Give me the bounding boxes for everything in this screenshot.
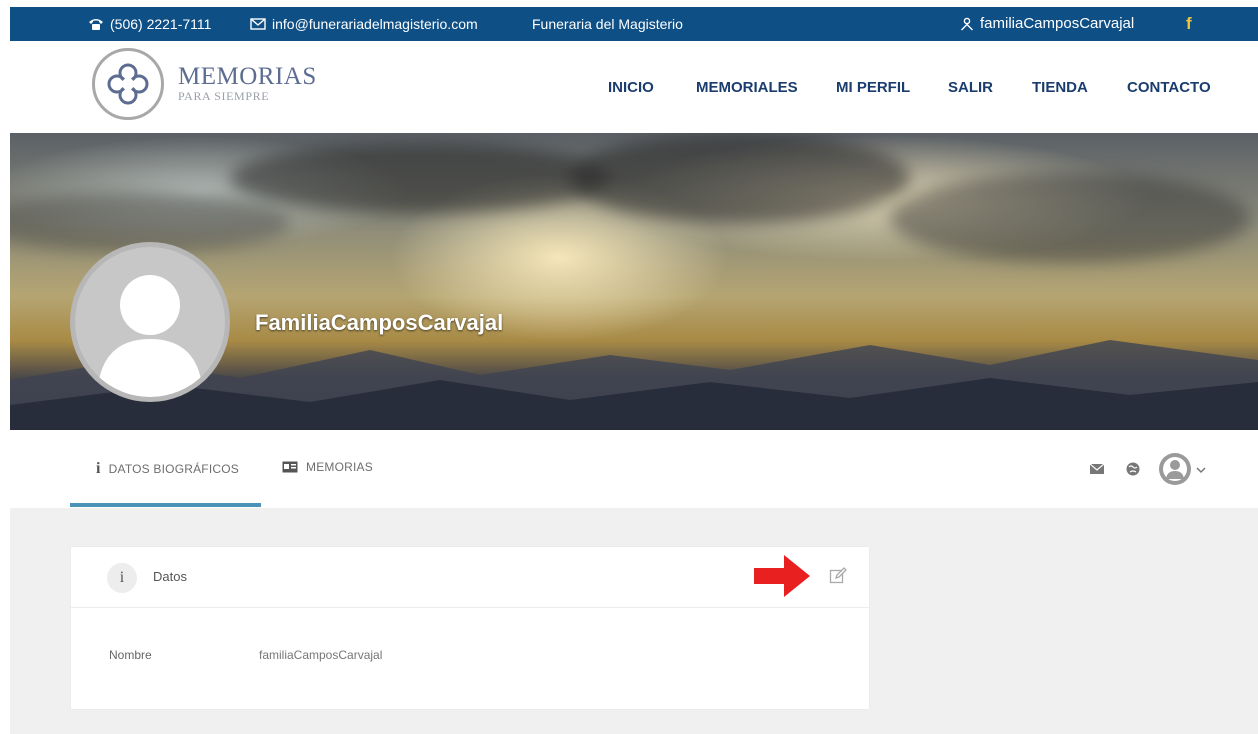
globe-icon[interactable]: [1126, 462, 1140, 476]
edit-icon[interactable]: [829, 567, 847, 585]
facebook-icon[interactable]: f: [1186, 7, 1192, 41]
info-icon: i: [96, 460, 101, 477]
tab-label: MEMORIAS: [306, 460, 373, 474]
user-account-link[interactable]: familiaCamposCarvajal: [960, 7, 1134, 41]
card-icon: [282, 461, 298, 473]
phone-icon: [89, 19, 103, 30]
card-title: Datos: [153, 569, 187, 584]
profile-avatar[interactable]: [70, 242, 230, 402]
field-value-nombre: familiaCamposCarvajal: [259, 648, 383, 662]
nav-tienda[interactable]: TIENDA: [1032, 79, 1088, 96]
nav-mi-perfil[interactable]: MI PERFIL: [836, 79, 910, 96]
datos-card: i Datos Nombre familiaCamposCarvajal: [70, 546, 870, 710]
site-header: MEMORIAS PARA SIEMPRE INICIO MEMORIALES …: [10, 41, 1258, 133]
logo-emblem[interactable]: [92, 48, 164, 120]
nav-salir[interactable]: SALIR: [948, 79, 993, 96]
user-icon: [961, 17, 973, 31]
nav-contacto[interactable]: CONTACTO: [1127, 79, 1211, 96]
brand-subtitle: PARA SIEMPRE: [178, 89, 270, 103]
nav-memoriales[interactable]: MEMORIALES: [696, 79, 798, 96]
company-text: Funeraria del Magisterio: [532, 16, 683, 32]
brand-title: MEMORIAS: [178, 63, 317, 90]
email-text: info@funerariadelmagisterio.com: [272, 16, 478, 32]
top-bar: (506) 2221-7111 info@funerariadelmagiste…: [10, 7, 1258, 41]
active-tab-indicator: [70, 503, 261, 507]
clover-icon: [107, 63, 149, 105]
profile-display-name: FamiliaCamposCarvajal: [255, 310, 504, 335]
contact-phone[interactable]: (506) 2221-7111: [88, 7, 211, 41]
avatar-icon[interactable]: [1158, 452, 1192, 486]
cloud: [890, 173, 1250, 263]
cloud: [230, 143, 610, 213]
contact-email[interactable]: info@funerariadelmagisterio.com: [250, 7, 478, 41]
cloud: [570, 133, 910, 223]
tab-label: DATOS BIOGRÁFICOS: [108, 462, 239, 476]
logo-wordmark[interactable]: MEMORIAS PARA SIEMPRE: [178, 63, 317, 104]
info-icon: i: [107, 563, 137, 593]
phone-text: (506) 2221-7111: [110, 16, 212, 32]
nav-inicio[interactable]: INICIO: [608, 79, 654, 96]
chevron-down-icon[interactable]: [1196, 466, 1206, 474]
default-avatar-icon: [97, 275, 203, 397]
card-header: i Datos: [71, 547, 869, 608]
tab-memorias[interactable]: MEMORIAS: [282, 460, 373, 474]
profile-tabs: i DATOS BIOGRÁFICOS MEMORIAS: [10, 430, 1258, 508]
field-label-nombre: Nombre: [109, 648, 152, 662]
mail-icon[interactable]: [1090, 464, 1104, 474]
mail-icon: [250, 18, 266, 30]
user-name: familiaCamposCarvajal: [980, 15, 1135, 32]
annotation-arrow-icon: [754, 555, 810, 597]
company-link[interactable]: Funeraria del Magisterio: [532, 7, 683, 41]
tab-datos-biograficos[interactable]: i DATOS BIOGRÁFICOS: [96, 460, 239, 478]
